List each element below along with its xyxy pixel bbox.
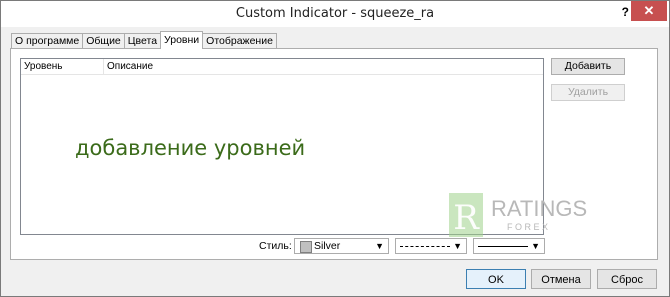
style-label: Стиль: bbox=[259, 240, 292, 252]
tab-general[interactable]: Общие bbox=[82, 33, 125, 48]
dashed-line-icon bbox=[400, 246, 450, 247]
logo-sub: F O R E X bbox=[507, 222, 548, 232]
solid-line-icon bbox=[478, 246, 528, 247]
logo-brand: RATINGS bbox=[491, 196, 587, 221]
close-button[interactable]: ✕ bbox=[631, 1, 667, 21]
column-header-level[interactable]: Уровень bbox=[21, 59, 104, 74]
delete-level-button[interactable]: Удалить bbox=[551, 84, 625, 101]
list-header: Уровень Описание bbox=[21, 59, 543, 75]
logo-letter: R bbox=[453, 198, 480, 238]
cancel-button[interactable]: Отмена bbox=[531, 269, 591, 289]
levels-panel: Уровень Описание добавление уровней R RA… bbox=[10, 48, 658, 260]
help-button[interactable]: ? bbox=[622, 5, 629, 19]
chevron-down-icon: ▼ bbox=[453, 241, 462, 251]
tab-levels[interactable]: Уровни bbox=[160, 31, 204, 49]
chevron-down-icon: ▼ bbox=[375, 241, 384, 251]
chevron-down-icon: ▼ bbox=[531, 241, 540, 251]
color-dropdown[interactable]: Silver ▼ bbox=[294, 238, 389, 254]
add-level-button[interactable]: Добавить bbox=[551, 58, 625, 75]
tab-strip: О программе Общие Цвета Уровни Отображен… bbox=[11, 31, 277, 49]
ratings-forex-logo: R RATINGS F O R E X bbox=[449, 193, 587, 238]
color-value: Silver bbox=[314, 240, 341, 252]
tab-about[interactable]: О программе bbox=[11, 33, 84, 48]
title-bar: Custom Indicator - squeeze_ra ? ✕ bbox=[1, 1, 669, 27]
tab-colors[interactable]: Цвета bbox=[123, 33, 162, 48]
column-header-description[interactable]: Описание bbox=[104, 59, 153, 74]
tab-visualization[interactable]: Отображение bbox=[202, 33, 277, 48]
reset-button[interactable]: Сброс bbox=[597, 269, 657, 289]
color-swatch bbox=[300, 241, 312, 253]
line-width-dropdown[interactable]: ▼ bbox=[473, 238, 545, 254]
ok-button[interactable]: OK bbox=[466, 269, 526, 289]
line-style-dropdown[interactable]: ▼ bbox=[395, 238, 467, 254]
levels-list[interactable]: Уровень Описание добавление уровней R RA… bbox=[20, 58, 587, 238]
overlay-caption: добавление уровней bbox=[75, 136, 306, 160]
dialog-window: Custom Indicator - squeeze_ra ? ✕ О прог… bbox=[0, 0, 670, 297]
window-title: Custom Indicator - squeeze_ra bbox=[235, 6, 435, 21]
